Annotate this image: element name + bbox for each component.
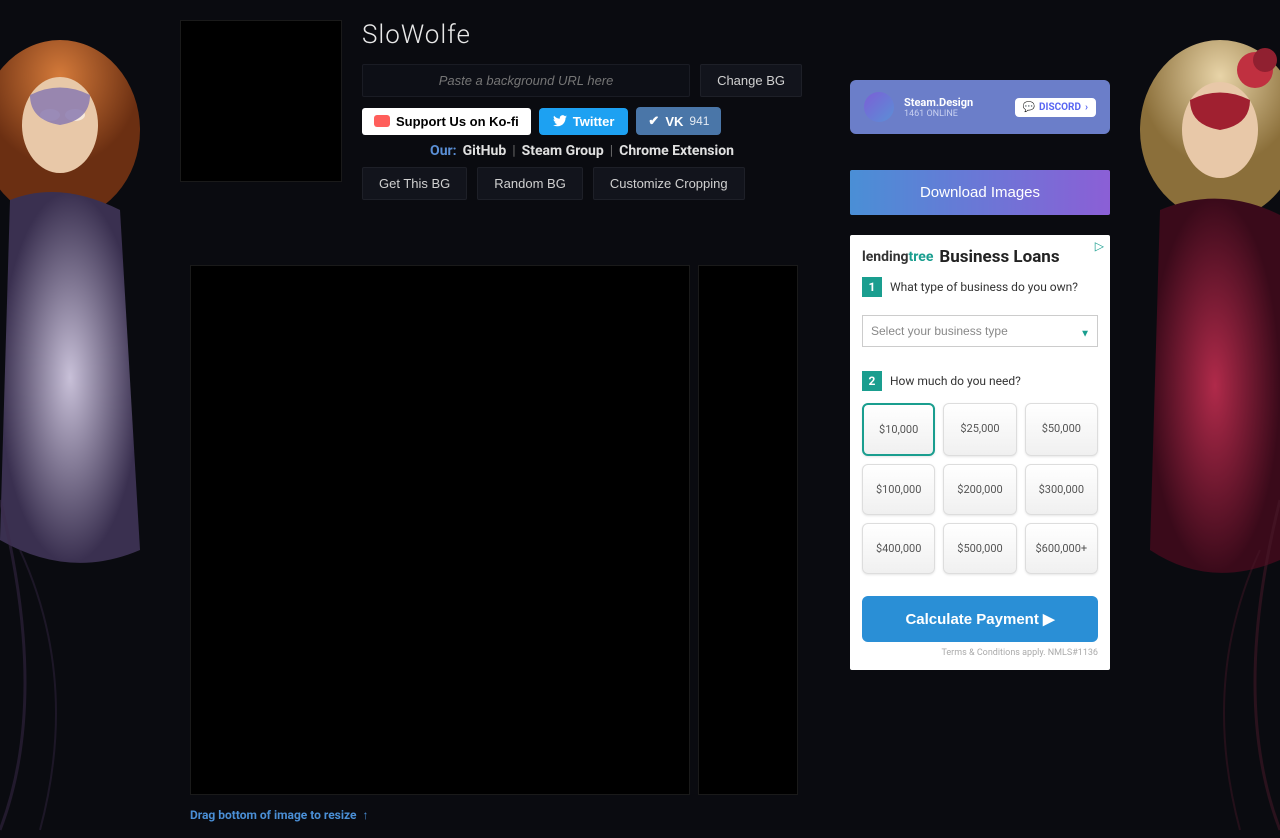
change-bg-button[interactable]: Change BG [700,64,802,97]
avatar-preview [180,20,342,182]
ad-amount-option[interactable]: $400,000 [862,523,935,574]
vk-button[interactable]: ✔ VK 941 [636,107,721,135]
background-art-left [0,0,180,834]
ad-step-2-badge: 2 [862,371,882,391]
discord-title: Steam.Design [904,96,1005,109]
ad-step-1-label: What type of business do you own? [890,280,1078,294]
ad-footer-text: Terms & Conditions apply. NMLS#1136 [862,648,1098,658]
twitter-label: Twitter [573,114,615,129]
customize-cropping-button[interactable]: Customize Cropping [593,167,745,200]
random-bg-button[interactable]: Random BG [477,167,583,200]
background-url-input[interactable] [362,64,690,97]
preview-showcase-small[interactable] [698,265,798,795]
get-this-bg-button[interactable]: Get This BG [362,167,467,200]
kofi-icon [374,115,390,127]
links-our-label: Our: [430,143,457,159]
ad-calculate-button[interactable]: Calculate Payment ▶ [862,596,1098,642]
vk-label: VK [665,114,683,129]
links-row: Our: GitHub | Steam Group | Chrome Exten… [362,143,802,159]
chrome-extension-link[interactable]: Chrome Extension [619,143,734,159]
twitter-icon [553,115,567,127]
ad-amount-option[interactable]: $200,000 [943,464,1016,515]
steam-group-link[interactable]: Steam Group [522,143,604,159]
page-title: SloWolfe [362,20,802,50]
discord-badge: 💬 DISCORD › [1015,98,1096,117]
vk-count: 941 [689,114,709,128]
discord-banner[interactable]: Steam.Design 1461 ONLINE 💬 DISCORD › [850,80,1110,134]
ad-amount-option[interactable]: $500,000 [943,523,1016,574]
github-link[interactable]: GitHub [463,143,507,159]
ad-step-2-label: How much do you need? [890,374,1021,388]
arrow-up-icon: ↑ [363,808,369,822]
ad-logo: lendingtree [862,249,933,265]
twitter-button[interactable]: Twitter [539,108,629,135]
ad-amount-option[interactable]: $25,000 [943,403,1016,456]
download-images-button[interactable]: Download Images [850,170,1110,215]
ad-amount-option[interactable]: $300,000 [1025,464,1098,515]
resize-hint: Drag bottom of image to resize ↑ [190,808,369,822]
background-art-right [1100,0,1280,834]
play-icon: ▶ [1043,611,1055,628]
ad-step-1-badge: 1 [862,277,882,297]
preview-showcase-large[interactable] [190,265,690,795]
ad-amount-option[interactable]: $100,000 [862,464,935,515]
advertisement: ▷ lendingtree Business Loans 1 What type… [850,235,1110,670]
ad-amount-option[interactable]: $50,000 [1025,403,1098,456]
ad-title: Business Loans [939,247,1059,267]
chevron-right-icon: › [1085,102,1088,113]
ad-business-type-select[interactable] [862,315,1098,347]
vk-icon: ✔ [648,113,659,129]
preview-area [190,265,798,795]
ad-amount-option[interactable]: $600,000+ [1025,523,1098,574]
discord-server-icon [864,92,894,122]
ad-amount-grid: $10,000 $25,000 $50,000 $100,000 $200,00… [862,403,1098,574]
ad-amount-option[interactable]: $10,000 [862,403,935,456]
kofi-button[interactable]: Support Us on Ko-fi [362,108,531,135]
discord-online-count: 1461 ONLINE [904,109,1005,119]
kofi-label: Support Us on Ko-fi [396,114,519,129]
ad-info-icon[interactable]: ▷ [1095,239,1104,253]
discord-icon: 💬 [1023,102,1035,113]
